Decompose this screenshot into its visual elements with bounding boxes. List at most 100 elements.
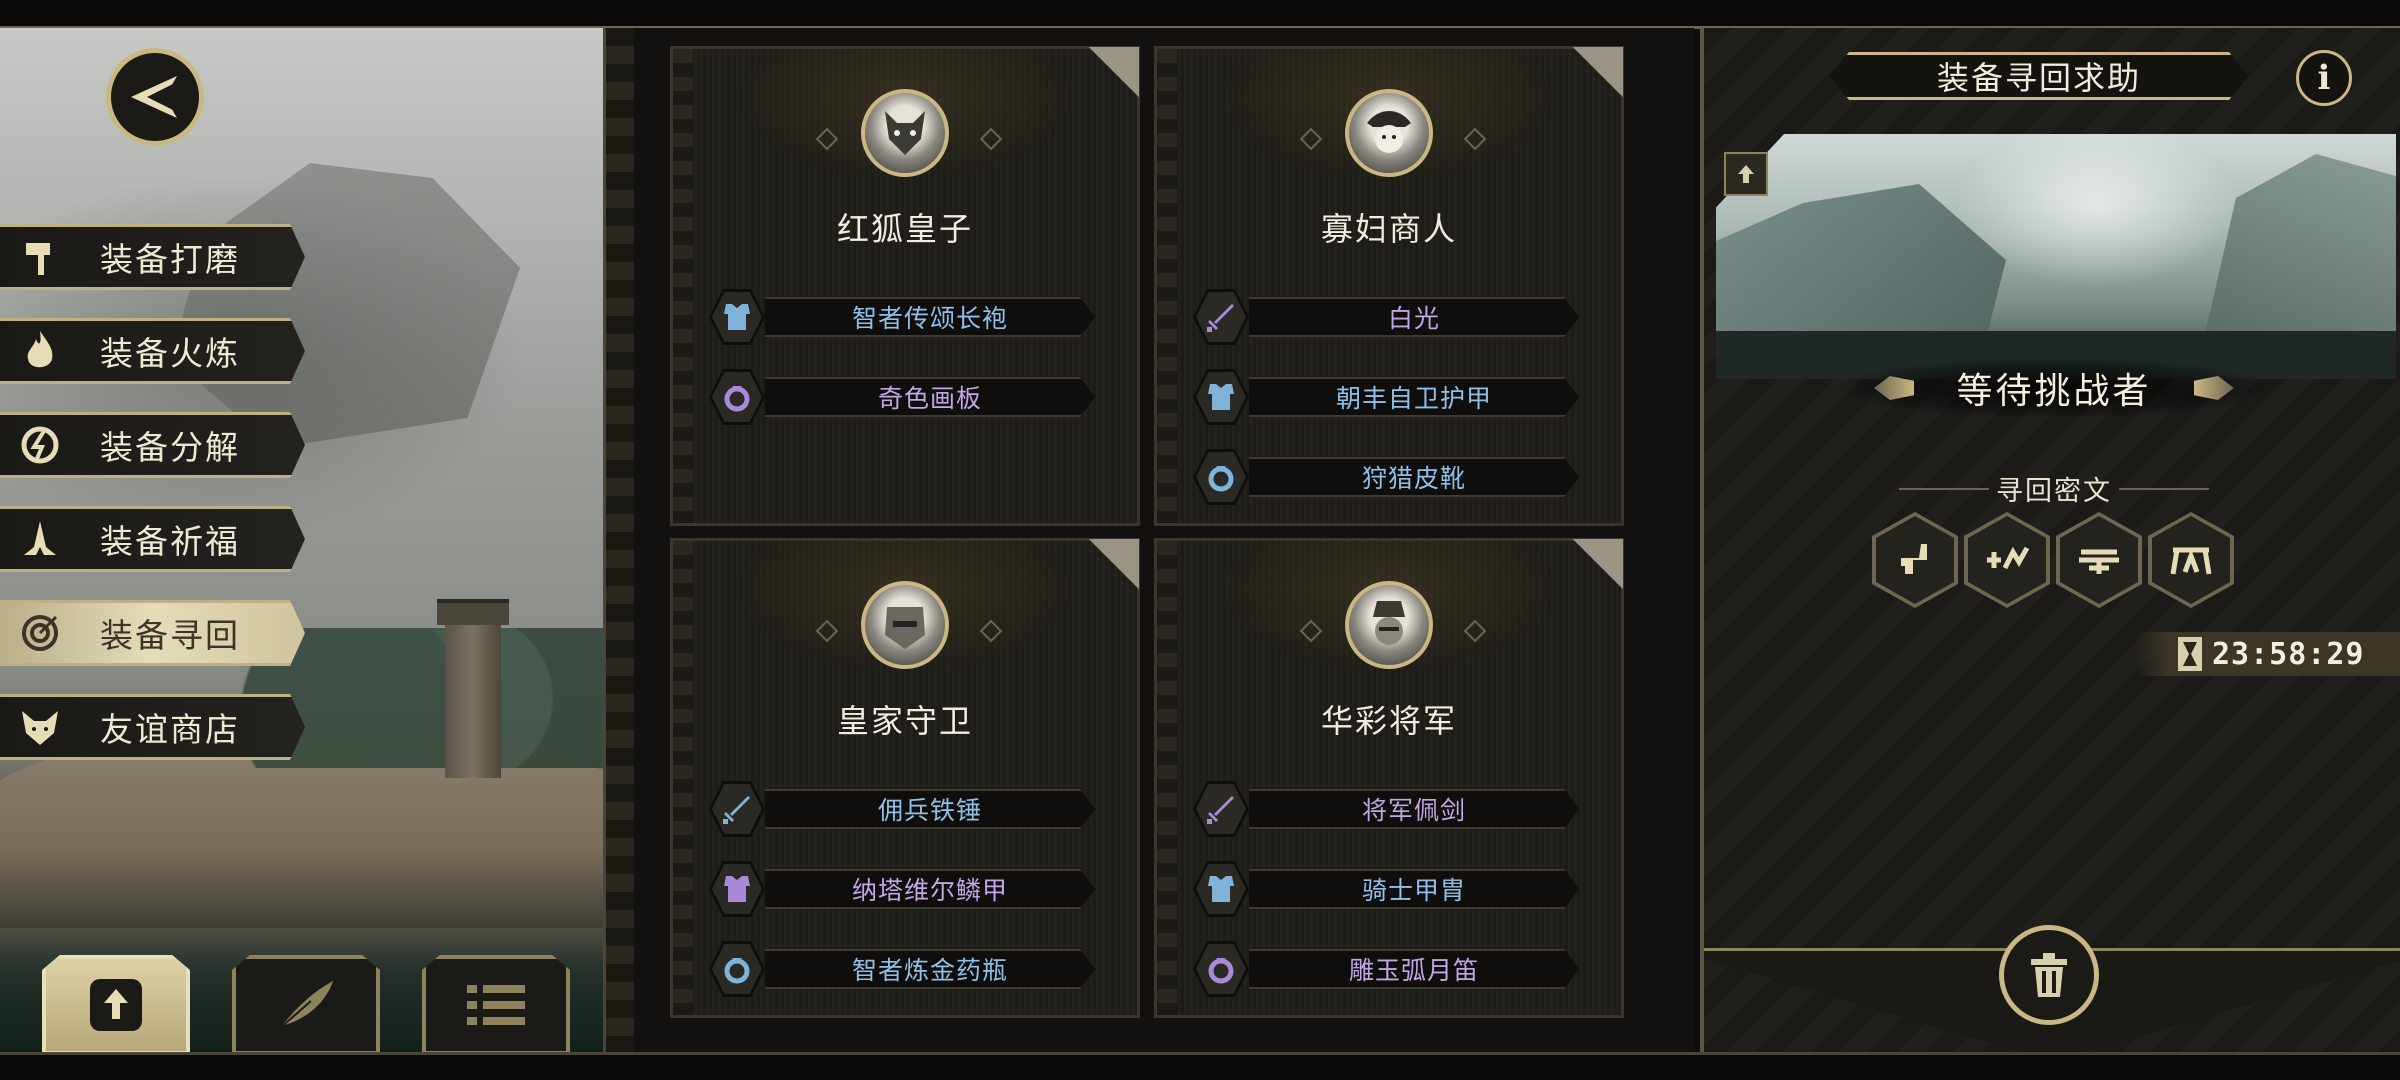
- bottom-tab-upload[interactable]: [42, 955, 190, 1055]
- cipher-glyph-button[interactable]: [2056, 512, 2142, 608]
- sword-icon: [1193, 289, 1249, 345]
- menu-item-label: 装备寻回: [100, 616, 240, 655]
- equipment-row[interactable]: 智者炼金药瓶: [709, 941, 1099, 997]
- card-side-bar: [673, 541, 693, 1015]
- status-banner: 等待挑战者: [1834, 360, 2274, 416]
- fox-icon: [0, 697, 80, 757]
- armor-icon: [1193, 369, 1249, 425]
- equipment-name: 纳塔维尔鳞甲: [765, 869, 1095, 909]
- ornament-diamond: [1463, 127, 1487, 151]
- flame-icon: [0, 321, 80, 381]
- cipher-glyph-3-icon: [2079, 549, 2119, 574]
- card-side-bar: [1157, 49, 1177, 523]
- left-divider: [603, 28, 637, 1053]
- ornament-diamond: [979, 619, 1003, 643]
- ornament-diamond: [1299, 619, 1323, 643]
- cipher-glyph-2-icon: [1987, 546, 2030, 570]
- hammer-icon: [0, 227, 80, 287]
- armor-icon: [1193, 861, 1249, 917]
- equipment-name: 雕玉弧月笛: [1249, 949, 1579, 989]
- hammer-weapon-icon: [709, 781, 765, 837]
- disassemble-icon: [0, 415, 80, 475]
- menu-item-retrieve[interactable]: 装备寻回: [0, 600, 305, 666]
- ornament-diamond: [1463, 619, 1487, 643]
- countdown-timer: 23:58:29: [2136, 632, 2400, 676]
- equipment-name: 骑士甲胄: [1249, 869, 1579, 909]
- equipment-row[interactable]: 纳塔维尔鳞甲: [709, 861, 1099, 917]
- challenge-scene-image: [1716, 134, 2396, 379]
- menu-item-polish[interactable]: 装备打磨: [0, 224, 305, 290]
- retrieve-card[interactable]: 华彩将军 将军佩剑 骑士甲胄 雕玉弧月笛: [1154, 538, 1624, 1018]
- equipment-row[interactable]: 狩猎皮靴: [1193, 449, 1583, 505]
- general-portrait-icon: [1373, 601, 1405, 645]
- character-portrait: [861, 581, 949, 669]
- armor-icon: [709, 289, 765, 345]
- equipment-row[interactable]: 将军佩剑: [1193, 781, 1583, 837]
- menu-item-forge[interactable]: 装备火炼: [0, 318, 305, 384]
- info-icon: i: [2317, 58, 2331, 98]
- bottom-tab-list[interactable]: [422, 955, 570, 1055]
- character-name: 皇家守卫: [836, 702, 973, 740]
- menu-item-label: 友谊商店: [100, 710, 240, 749]
- bottom-border: [0, 1052, 2400, 1080]
- info-button[interactable]: i: [2296, 50, 2352, 106]
- equipment-name: 将军佩剑: [1249, 789, 1579, 829]
- list-icon: [467, 985, 525, 1025]
- equipment-name: 智者炼金药瓶: [765, 949, 1095, 989]
- equipment-name: 奇色画板: [765, 377, 1095, 417]
- share-button[interactable]: [1724, 152, 1768, 196]
- equipment-name: 智者传颂长袍: [765, 297, 1095, 337]
- equipment-name: 朝丰自卫护甲: [1249, 377, 1579, 417]
- prayer-hands-icon: [0, 509, 80, 569]
- retrieve-card[interactable]: 皇家守卫 佣兵铁锤 纳塔维尔鳞甲 智者炼金药瓶: [670, 538, 1140, 1018]
- menu-item-friend-shop[interactable]: 友谊商店: [0, 694, 305, 760]
- ornament-diamond: [815, 127, 839, 151]
- retrieve-card[interactable]: 寡妇商人 白光 朝丰自卫护甲 狩猎皮靴: [1154, 46, 1624, 526]
- hourglass-icon: [2178, 637, 2202, 671]
- divider-line: [2119, 488, 2209, 490]
- top-border: [0, 0, 2400, 29]
- character-portrait: [861, 89, 949, 177]
- upload-icon: [90, 979, 142, 1031]
- equipment-row[interactable]: 佣兵铁锤: [709, 781, 1099, 837]
- menu-item-bless[interactable]: 装备祈福: [0, 506, 305, 572]
- retrieve-card-grid: 红狐皇子 智者传颂长袍 奇色画板 寡妇商人 白光 朝丰自卫护甲 狩猎皮靴 皇家守…: [634, 28, 1694, 1053]
- sword-icon: [1193, 781, 1249, 837]
- equipment-row[interactable]: 朝丰自卫护甲: [1193, 369, 1583, 425]
- guard-portrait-icon: [885, 607, 925, 649]
- back-button[interactable]: [106, 48, 204, 146]
- cipher-glyph-4-icon: [2170, 547, 2212, 575]
- cipher-glyph-button[interactable]: [1964, 512, 2050, 608]
- armor-icon: [709, 861, 765, 917]
- cipher-glyph-button[interactable]: [1872, 512, 1958, 608]
- equipment-name: 佣兵铁锤: [765, 789, 1095, 829]
- character-name: 寡妇商人: [1320, 210, 1457, 248]
- ring-icon: [709, 941, 765, 997]
- menu-item-disassemble[interactable]: 装备分解: [0, 412, 305, 478]
- menu-item-label: 装备火炼: [100, 334, 240, 373]
- card-side-bar: [1157, 541, 1177, 1015]
- equipment-row[interactable]: 智者传颂长袍: [709, 289, 1099, 345]
- menu-item-label: 装备祈福: [100, 522, 240, 561]
- merchant-portrait-icon: [1367, 111, 1411, 153]
- ornament-diamond: [815, 619, 839, 643]
- trash-icon: [2031, 953, 2067, 997]
- character-portrait: [1345, 581, 1433, 669]
- timer-value: 23:58:29: [2212, 636, 2365, 672]
- menu-item-label: 装备分解: [100, 428, 240, 467]
- ring-icon: [709, 369, 765, 425]
- equipment-name: 狩猎皮靴: [1249, 457, 1579, 497]
- target-icon: [0, 603, 80, 663]
- cipher-glyph-button[interactable]: [2148, 512, 2234, 608]
- equipment-row[interactable]: 奇色画板: [709, 369, 1099, 425]
- equipment-row[interactable]: 白光: [1193, 289, 1583, 345]
- equipment-row[interactable]: 雕玉弧月笛: [1193, 941, 1583, 997]
- retrieve-card[interactable]: 红狐皇子 智者传颂长袍 奇色画板: [670, 46, 1140, 526]
- bottom-tab-feather[interactable]: [232, 955, 380, 1055]
- ring-icon: [1193, 941, 1249, 997]
- delete-button[interactable]: [1999, 925, 2099, 1025]
- cipher-glyph-1-icon: [1901, 544, 1927, 574]
- equipment-row[interactable]: 骑士甲胄: [1193, 861, 1583, 917]
- character-portrait: [1345, 89, 1433, 177]
- panel-title: 装备寻回求助: [1829, 52, 2249, 100]
